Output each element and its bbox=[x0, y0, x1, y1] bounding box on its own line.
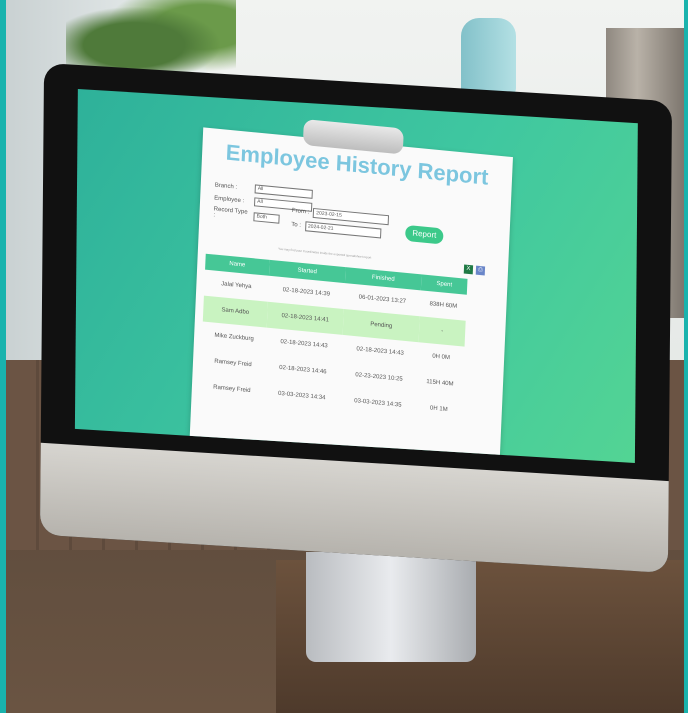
monitor-stand bbox=[306, 552, 476, 662]
branch-select[interactable]: All bbox=[254, 184, 313, 199]
cell-spent: 0H 1M bbox=[429, 405, 448, 414]
report-button[interactable]: Report bbox=[404, 224, 444, 245]
excel-icon[interactable]: X bbox=[463, 264, 474, 275]
record-type-label: Record Type : bbox=[213, 206, 248, 219]
export-icons: X ⎙ bbox=[463, 264, 486, 276]
to-date-input[interactable]: 2024-02-21 bbox=[304, 221, 382, 239]
record-type-select[interactable]: Both bbox=[253, 211, 280, 224]
from-label: From : bbox=[291, 207, 310, 216]
vase bbox=[461, 18, 516, 98]
history-table: Name Started Finished Spent Jalal Yehya … bbox=[199, 253, 468, 425]
background-photo: Employee History Report Branch : All Emp… bbox=[6, 0, 684, 713]
employee-label: Employee : bbox=[214, 194, 245, 204]
screen: Employee History Report Branch : All Emp… bbox=[74, 88, 638, 464]
export-note: You may find your Coordinates inside the… bbox=[278, 246, 372, 260]
date-range: From : 2023-02-15 To : 2024-02-21 bbox=[291, 206, 390, 243]
cell-name: Ramsey Freid bbox=[213, 384, 251, 395]
printer-icon[interactable]: ⎙ bbox=[475, 265, 486, 276]
monitor-chin bbox=[39, 442, 669, 574]
report-sheet: Employee History Report Branch : All Emp… bbox=[189, 118, 513, 464]
branch-label: Branch : bbox=[214, 182, 238, 191]
monitor: Employee History Report Branch : All Emp… bbox=[39, 62, 673, 574]
to-label: To : bbox=[291, 221, 302, 229]
